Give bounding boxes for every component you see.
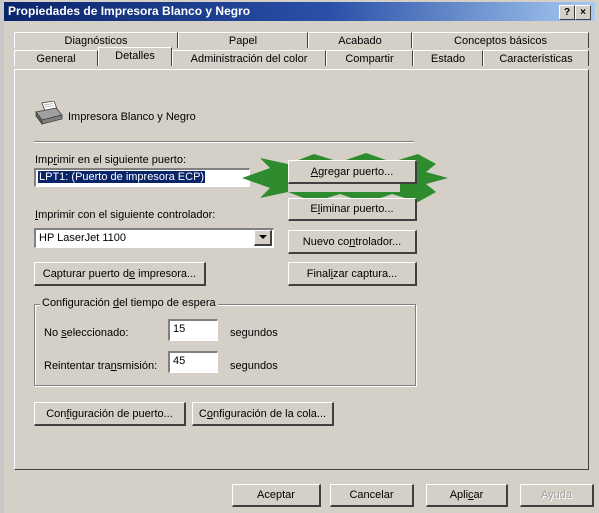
timeout-group-title: Configuración del tiempo de espera (40, 297, 218, 309)
help-button[interactable]: Ayuda (520, 484, 594, 507)
driver-selected-value: HP LaserJet 1100 (39, 232, 127, 244)
close-icon[interactable]: × (575, 5, 591, 20)
not-selected-value: 15 (173, 323, 186, 335)
tab-estado[interactable]: Estado (413, 50, 483, 66)
ok-button[interactable]: Aceptar (232, 484, 321, 507)
not-selected-unit: segundos (230, 327, 278, 339)
tab-acabado[interactable]: Acabado (308, 32, 412, 48)
driver-select[interactable]: HP LaserJet 1100 (34, 228, 274, 248)
printer-name: Impresora Blanco y Negro (68, 111, 196, 123)
tab-caracteristicas[interactable]: Características (483, 50, 589, 66)
add-port-button[interactable]: Agregar puerto... (288, 160, 417, 184)
not-selected-label: No seleccionado: (44, 327, 129, 339)
retry-value: 45 (173, 355, 186, 367)
retry-input[interactable]: 45 (168, 351, 218, 373)
title-bar[interactable]: Propiedades de Impresora Blanco y Negro … (4, 2, 595, 21)
printer-icon (34, 100, 64, 127)
tab-diagnosticos[interactable]: Diagnósticos (14, 32, 178, 48)
apply-button[interactable]: Aplicar (426, 484, 508, 507)
retry-label: Reintentar transmisión: (44, 360, 158, 372)
retry-unit: segundos (230, 360, 278, 372)
tab-administracion-color[interactable]: Administración del color (172, 50, 326, 66)
timeout-group (34, 304, 416, 386)
window-title: Propiedades de Impresora Blanco y Negro (8, 4, 251, 18)
driver-label: Imprimir con el siguiente controlador: (35, 209, 216, 221)
new-driver-button[interactable]: Nuevo controlador... (288, 230, 417, 254)
queue-settings-button[interactable]: Configuración de la cola... (192, 402, 334, 426)
tab-general[interactable]: General (14, 50, 98, 66)
port-selected-value: LPT1: (Puerto de impresora ECP) (38, 171, 206, 183)
remove-port-button[interactable]: Eliminar puerto... (288, 198, 417, 221)
tab-compartir[interactable]: Compartir (326, 50, 413, 66)
tab-papel[interactable]: Papel (178, 32, 308, 48)
dropdown-arrow-icon[interactable] (254, 230, 272, 246)
not-selected-input[interactable]: 15 (168, 319, 218, 341)
port-select[interactable]: LPT1: (Puerto de impresora ECP) (34, 168, 250, 187)
port-settings-button[interactable]: Configuración de puerto... (34, 402, 186, 426)
port-label: Imprimir en el siguiente puerto: (35, 154, 187, 166)
tab-detalles[interactable]: Detalles (98, 47, 172, 66)
cancel-button[interactable]: Cancelar (330, 484, 414, 507)
help-icon[interactable]: ? (559, 5, 575, 20)
end-capture-button[interactable]: Finalizar captura... (288, 262, 417, 286)
capture-port-button[interactable]: Capturar puerto de impresora... (34, 262, 206, 286)
separator (34, 141, 414, 143)
tab-conceptos-basicos[interactable]: Conceptos básicos (412, 32, 589, 48)
